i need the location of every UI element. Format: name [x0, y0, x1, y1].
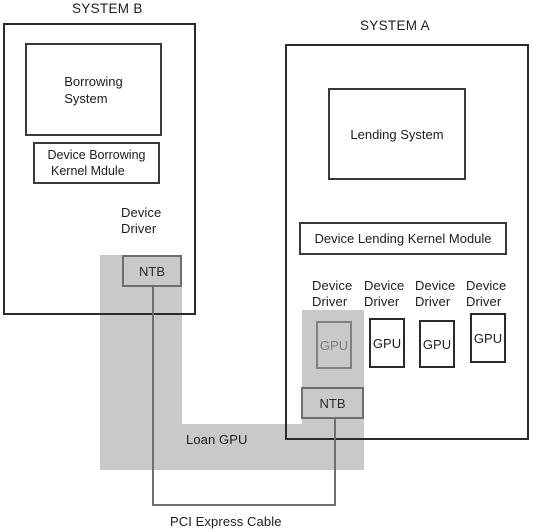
pci-cable-left-segment [152, 285, 154, 506]
system-a-device-driver-label-2: Device Driver [364, 278, 405, 309]
borrowing-system-label: Borrowing System [64, 73, 123, 106]
diagram-canvas: SYSTEM B SYSTEM A Borrowing System Devic… [0, 0, 534, 532]
gpu-label-4: GPU [473, 330, 503, 346]
system-b-ntb-box: NTB [122, 255, 182, 287]
pci-cable-bottom-segment [152, 504, 336, 506]
system-b-ntb-label: NTB [139, 263, 165, 279]
system-a-device-driver-label-3: Device Driver [415, 278, 456, 309]
gpu-box-2: GPU [369, 318, 405, 368]
device-borrowing-kernel-module-box: Device Borrowing Kernel Mdule [33, 142, 160, 184]
borrowing-system-box: Borrowing System [25, 43, 162, 136]
lending-system-box: Lending System [328, 88, 466, 180]
system-a-device-driver-label-4: Device Driver [466, 278, 507, 309]
device-lending-kernel-module-label: Device Lending Kernel Module [314, 231, 492, 246]
lending-system-label: Lending System [350, 126, 444, 142]
pci-express-cable-label: PCI Express Cable [170, 514, 282, 529]
device-lending-kernel-module-box: Device Lending Kernel Module [299, 222, 507, 255]
system-a-ntb-label: NTB [319, 395, 346, 411]
system-a-device-driver-label-1: Device Driver [312, 278, 353, 309]
loan-gpu-label: Loan GPU [186, 432, 248, 447]
gpu-box-4: GPU [470, 313, 506, 363]
system-a-ntb-box: NTB [301, 387, 364, 419]
gpu-label-3: GPU [422, 336, 452, 352]
system-a-title: SYSTEM A [360, 18, 430, 33]
system-b-device-driver-label: Device Driver [121, 205, 162, 236]
gpu-label-2: GPU [372, 335, 402, 351]
device-borrowing-kernel-module-label: Device Borrowing Kernel Mdule [47, 148, 146, 178]
gpu-box-1: GPU [316, 321, 352, 369]
gpu-label-1: GPU [319, 337, 349, 353]
gpu-box-3: GPU [419, 320, 455, 368]
pci-cable-right-segment [334, 417, 336, 506]
system-b-title: SYSTEM B [72, 1, 143, 16]
